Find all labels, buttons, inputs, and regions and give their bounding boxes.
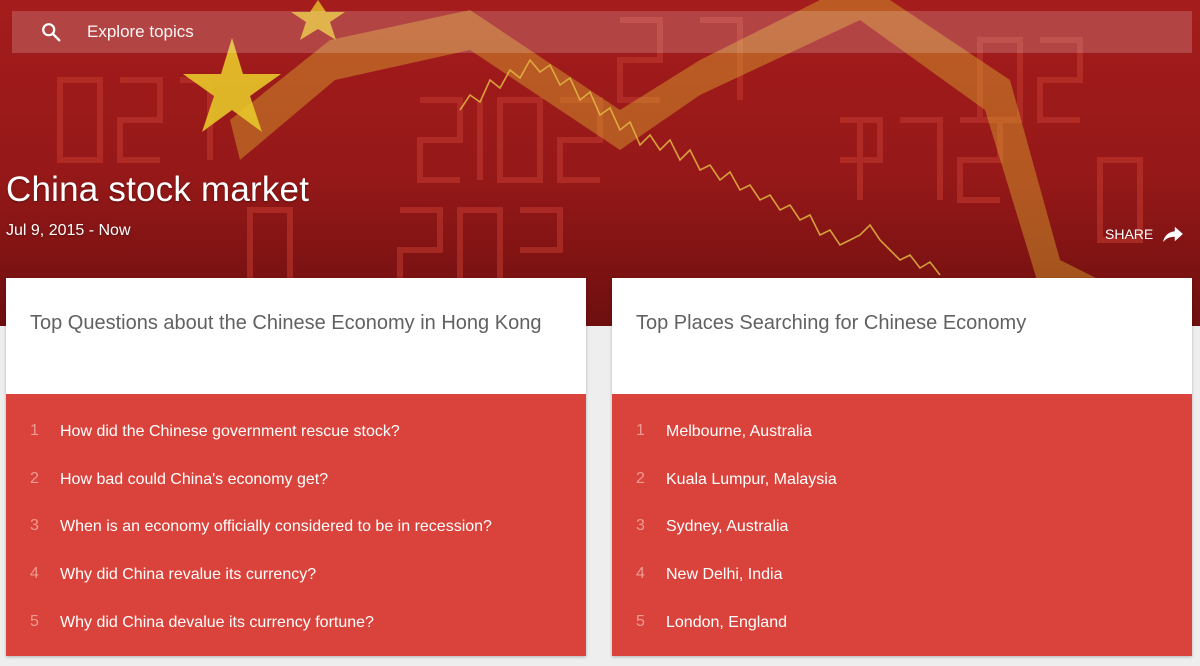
list-item[interactable]: 1 Melbourne, Australia [612, 410, 1192, 458]
rank-number: 1 [636, 422, 645, 439]
rank-number: 3 [30, 517, 39, 535]
place-text: New Delhi, India [666, 566, 783, 584]
search-input[interactable]: Explore topics [87, 22, 194, 42]
list-item[interactable]: 5 Why did China devalue its currency for… [6, 601, 586, 649]
rank-number: 2 [30, 469, 39, 487]
question-text: How bad could China's economy get? [60, 470, 329, 488]
search-icon[interactable] [40, 21, 62, 43]
share-icon [1163, 226, 1184, 243]
question-text: Why did China devalue its currency fortu… [60, 613, 374, 631]
page-title: China stock market [6, 170, 310, 209]
top-places-card: Top Places Searching for Chinese Economy… [612, 278, 1192, 656]
place-text: London, England [666, 613, 787, 631]
rank-number: 4 [30, 565, 39, 583]
question-text: Why did China revalue its currency? [60, 566, 317, 584]
rank-number: 5 [30, 612, 39, 630]
list-item[interactable]: 1 How did the Chinese government rescue … [6, 410, 586, 458]
date-range: Jul 9, 2015 - Now [6, 222, 131, 239]
place-text: Melbourne, Australia [666, 423, 812, 440]
card-list: 1 How did the Chinese government rescue … [6, 394, 586, 656]
share-button[interactable]: SHARE [1105, 225, 1184, 243]
rank-number: 2 [636, 469, 645, 487]
rank-number: 5 [636, 612, 645, 630]
place-text: Kuala Lumpur, Malaysia [666, 470, 837, 488]
list-item[interactable]: 5 London, England [612, 601, 1192, 649]
top-questions-card: Top Questions about the Chinese Economy … [6, 278, 586, 656]
question-text: When is an economy officially considered… [60, 518, 492, 536]
card-title: Top Questions about the Chinese Economy … [6, 278, 586, 394]
list-item[interactable]: 2 Kuala Lumpur, Malaysia [612, 458, 1192, 506]
rank-number: 3 [636, 517, 645, 535]
list-item[interactable]: 4 Why did China revalue its currency? [6, 553, 586, 601]
share-label: SHARE [1105, 226, 1154, 242]
rank-number: 4 [636, 565, 645, 583]
card-list: 1 Melbourne, Australia 2 Kuala Lumpur, M… [612, 394, 1192, 656]
place-text: Sydney, Australia [666, 518, 789, 536]
question-text: How did the Chinese government rescue st… [60, 423, 400, 440]
card-title: Top Places Searching for Chinese Economy [612, 278, 1192, 394]
list-item[interactable]: 2 How bad could China's economy get? [6, 458, 586, 506]
list-item[interactable]: 3 Sydney, Australia [612, 505, 1192, 553]
rank-number: 1 [30, 422, 39, 439]
list-item[interactable]: 4 New Delhi, India [612, 553, 1192, 601]
list-item[interactable]: 3 When is an economy officially consider… [6, 505, 586, 553]
search-bar[interactable]: Explore topics [12, 11, 1192, 53]
